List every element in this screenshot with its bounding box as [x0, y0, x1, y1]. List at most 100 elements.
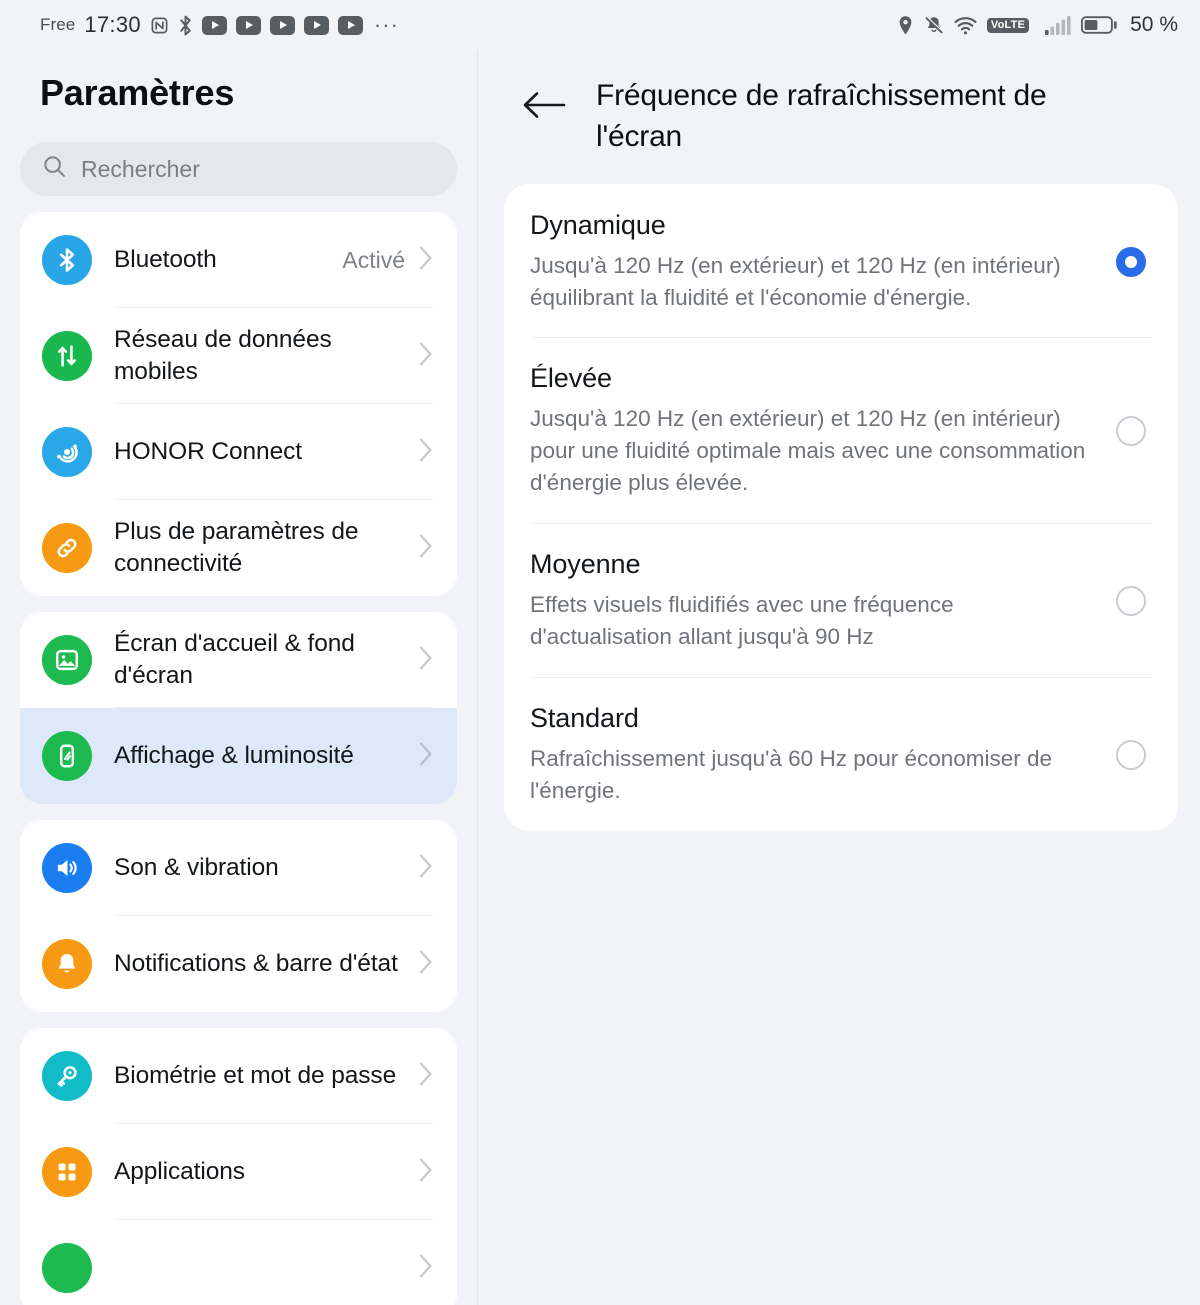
- sidebar-row-content: Bluetooth Activé: [114, 212, 433, 308]
- option-dynamique[interactable]: Dynamique Jusqu'à 120 Hz (en extérieur) …: [530, 184, 1152, 338]
- sidebar-item-label: Son & vibration: [114, 853, 279, 881]
- body: Paramètres Rechercher Bluetooth Activé R…: [0, 50, 1200, 1305]
- sidebar-row-content: Son & vibration: [114, 820, 433, 916]
- sidebar-item-label: Réseau de données mobiles: [114, 325, 332, 385]
- option-elevee[interactable]: Élevée Jusqu'à 120 Hz (en extérieur) et …: [530, 337, 1152, 523]
- play-chip-icon: [201, 15, 227, 35]
- clock-label: 17:30: [84, 12, 141, 37]
- option-description: Effets visuels fluidifiés avec une fréqu…: [530, 592, 954, 650]
- sidebar-item-battery[interactable]: [20, 1220, 457, 1305]
- key-icon: [42, 1051, 92, 1101]
- wifi-icon: [954, 16, 977, 35]
- play-chip-icon: [235, 15, 261, 35]
- sidebar-row-content: [114, 1220, 433, 1305]
- chevron-right-icon: [419, 645, 433, 675]
- sidebar-item-label: Notifications & barre d'état: [114, 949, 398, 977]
- sidebar-item-notifications-statusbar[interactable]: Notifications & barre d'état: [20, 916, 457, 1012]
- sidebar-item-display-brightness[interactable]: Affichage & luminosité: [20, 708, 457, 804]
- option-description: Jusqu'à 120 Hz (en extérieur) et 120 Hz …: [530, 252, 1061, 310]
- status-bar-left: Free 17:30 ···: [40, 12, 399, 38]
- sidebar-row-content: HONOR Connect: [114, 404, 433, 500]
- sidebar-row-content: Notifications & barre d'état: [114, 916, 433, 1012]
- carrier-label: Free: [40, 15, 76, 34]
- settings-group: Son & vibration Notifications & barre d'…: [20, 820, 457, 1012]
- option-texts: Standard Rafraîchissement jusqu'à 60 Hz …: [530, 703, 1116, 807]
- option-standard[interactable]: Standard Rafraîchissement jusqu'à 60 Hz …: [530, 677, 1152, 831]
- sidebar-item-mobile-data[interactable]: Réseau de données mobiles: [20, 308, 457, 404]
- option-texts: Moyenne Effets visuels fluidifiés avec u…: [530, 549, 1116, 653]
- settings-group: Biométrie et mot de passe Applications: [20, 1028, 457, 1305]
- display-brightness-icon: [42, 731, 92, 781]
- chevron-right-icon: [419, 949, 433, 979]
- option-title: Standard: [530, 703, 639, 734]
- chevron-right-icon: [419, 741, 433, 771]
- nfc-icon: [150, 16, 169, 35]
- page-title: Paramètres: [40, 72, 235, 113]
- option-description: Jusqu'à 120 Hz (en extérieur) et 120 Hz …: [530, 406, 1086, 496]
- status-bar-right: VoLTE 50 %: [897, 13, 1178, 37]
- battery-settings-icon: [42, 1243, 92, 1293]
- link-icon: [42, 523, 92, 573]
- sidebar-item-applications[interactable]: Applications: [20, 1124, 457, 1220]
- sidebar-item-label: Écran d'accueil & fond d'écran: [114, 629, 355, 689]
- sidebar-item-honor-connect[interactable]: HONOR Connect: [20, 404, 457, 500]
- sidebar-item-more-connectivity[interactable]: Plus de paramètres de connectivité: [20, 500, 457, 596]
- sidebar-row-content: Réseau de données mobiles: [114, 308, 433, 404]
- radio-button[interactable]: [1116, 416, 1146, 447]
- chevron-right-icon: [419, 341, 433, 371]
- sidebar-row-content: Biométrie et mot de passe: [114, 1028, 433, 1124]
- speaker-icon: [42, 843, 92, 893]
- chevron-right-icon: [419, 853, 433, 883]
- refresh-rate-options-card: Dynamique Jusqu'à 120 Hz (en extérieur) …: [504, 183, 1178, 832]
- chevron-right-icon: [419, 533, 433, 563]
- chevron-right-icon: [419, 245, 433, 275]
- radio-button[interactable]: [1116, 740, 1146, 771]
- sidebar-row-content: Plus de paramètres de connectivité: [114, 500, 433, 596]
- back-arrow-icon[interactable]: [520, 76, 568, 127]
- bell-muted-icon: [924, 15, 944, 35]
- detail-pane: Fréquence de rafraîchissement de l'écran…: [478, 50, 1200, 1305]
- apps-grid-icon: [42, 1147, 92, 1197]
- honor-connect-icon: [42, 427, 92, 477]
- battery-percent-label: 50 %: [1130, 13, 1178, 36]
- sidebar-item-home-screen-wallpaper[interactable]: Écran d'accueil & fond d'écran: [20, 612, 457, 708]
- settings-group: Écran d'accueil & fond d'écran Affichage…: [20, 612, 457, 804]
- mobile-data-icon: [42, 331, 92, 381]
- bluetooth-icon: [42, 235, 92, 285]
- sidebar-item-bluetooth[interactable]: Bluetooth Activé: [20, 212, 457, 308]
- sidebar-item-biometrics-password[interactable]: Biométrie et mot de passe: [20, 1028, 457, 1124]
- option-moyenne[interactable]: Moyenne Effets visuels fluidifiés avec u…: [530, 523, 1152, 677]
- bluetooth-icon: [178, 15, 193, 36]
- wallpaper-icon: [42, 635, 92, 685]
- detail-title: Fréquence de rafraîchissement de l'écran: [596, 79, 1047, 153]
- option-title: Dynamique: [530, 209, 666, 240]
- play-chip-icon: [269, 15, 295, 35]
- location-pin-icon: [897, 15, 914, 36]
- settings-sidebar: Paramètres Rechercher Bluetooth Activé R…: [0, 50, 477, 1305]
- play-chip-icon: [337, 15, 363, 35]
- sidebar-item-label: Applications: [114, 1157, 245, 1185]
- sidebar-item-value: Activé: [342, 246, 405, 273]
- sidebar-item-sound-vibration[interactable]: Son & vibration: [20, 820, 457, 916]
- play-chip-icon: [303, 15, 329, 35]
- option-texts: Dynamique Jusqu'à 120 Hz (en extérieur) …: [530, 210, 1116, 314]
- cellular-signal-icon: [1045, 15, 1071, 35]
- search-input[interactable]: Rechercher: [20, 142, 457, 196]
- sidebar-item-label: Biométrie et mot de passe: [114, 1061, 397, 1089]
- chevron-right-icon: [419, 1061, 433, 1091]
- radio-button[interactable]: [1116, 586, 1146, 617]
- volte-badge: VoLTE: [986, 17, 1030, 33]
- option-title: Élevée: [530, 363, 612, 394]
- sidebar-row-content: Affichage & luminosité: [114, 708, 433, 804]
- chevron-right-icon: [419, 1253, 433, 1283]
- phone-screen: Free 17:30 ··· VoLTE 50 % Paramètres Rec…: [0, 0, 1200, 1305]
- option-texts: Élevée Jusqu'à 120 Hz (en extérieur) et …: [530, 363, 1116, 499]
- option-title: Moyenne: [530, 549, 641, 580]
- sidebar-item-label: Plus de paramètres de connectivité: [114, 517, 359, 577]
- search-icon: [42, 154, 67, 184]
- radio-button-selected[interactable]: [1116, 246, 1146, 277]
- status-overflow-icon: ···: [373, 12, 399, 37]
- chevron-right-icon: [419, 437, 433, 467]
- search-placeholder: Rechercher: [81, 155, 200, 182]
- sidebar-item-label: Affichage & luminosité: [114, 741, 354, 769]
